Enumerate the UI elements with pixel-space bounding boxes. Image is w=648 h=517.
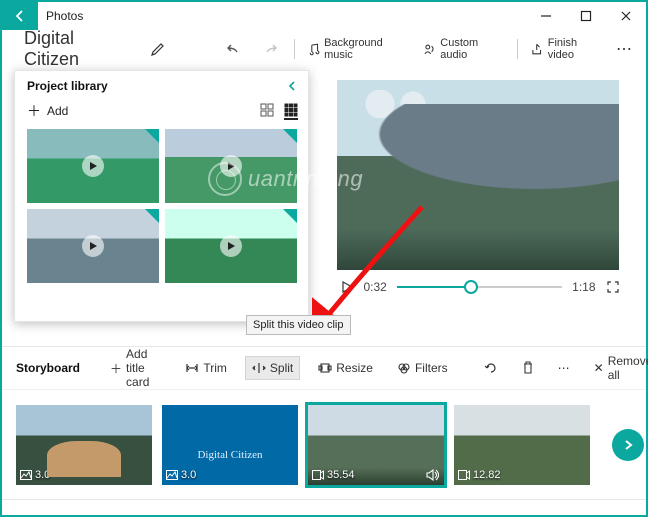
trim-icon xyxy=(185,362,199,374)
play-overlay-icon xyxy=(220,235,242,257)
title-card-caption: Digital Citizen xyxy=(162,449,298,461)
used-marker-icon xyxy=(145,129,159,143)
chevron-right-icon xyxy=(621,438,635,452)
add-media-button[interactable]: ＋Add xyxy=(27,101,68,121)
play-overlay-icon xyxy=(220,155,242,177)
clip-duration: 3.0 xyxy=(35,469,50,481)
clip-audio-icon xyxy=(426,469,440,481)
storyboard-clip[interactable]: 35.54 xyxy=(308,405,444,485)
trim-button[interactable]: Trim xyxy=(179,357,233,379)
seek-knob[interactable] xyxy=(464,280,478,294)
library-item[interactable] xyxy=(165,209,297,283)
filters-icon xyxy=(397,362,411,374)
add-title-card-button[interactable]: ＋Add title card xyxy=(104,343,155,393)
storyboard-clip[interactable]: Digital Citizen 3.0 xyxy=(162,405,298,485)
resize-icon xyxy=(318,362,332,374)
clip-duration: 12.82 xyxy=(473,469,501,481)
app-title: Photos xyxy=(38,9,526,23)
split-icon xyxy=(252,362,266,374)
title-bar: Photos xyxy=(2,2,646,30)
grid-small-icon xyxy=(284,103,298,117)
used-marker-icon xyxy=(283,209,297,223)
storyboard-clip[interactable]: 12.82 xyxy=(454,405,590,485)
video-icon xyxy=(312,470,324,480)
annotation-arrow xyxy=(312,202,432,332)
storyboard-strip: 3.0 Digital Citizen 3.0 35.54 12.82 xyxy=(2,390,646,500)
used-marker-icon xyxy=(283,129,297,143)
remove-all-button[interactable]: ✕Remove all xyxy=(588,350,648,386)
fullscreen-button[interactable] xyxy=(606,280,620,294)
toolbar: Digital Citizen Background music Custom … xyxy=(2,30,646,68)
undo-button[interactable] xyxy=(226,41,242,57)
storyboard-clip[interactable]: 3.0 xyxy=(16,405,152,485)
trash-icon xyxy=(522,361,534,375)
split-button[interactable]: Split xyxy=(245,356,300,380)
scroll-right-button[interactable] xyxy=(612,429,644,461)
collapse-library-button[interactable] xyxy=(286,80,298,92)
grid-small-button[interactable] xyxy=(284,103,298,120)
close-button[interactable] xyxy=(606,2,646,30)
storyboard-toolbar: Storyboard ＋Add title card Trim Split Re… xyxy=(2,346,646,390)
clip-duration: 35.54 xyxy=(327,469,355,481)
remove-icon: ✕ xyxy=(594,361,604,375)
library-item[interactable] xyxy=(27,209,159,283)
rename-button[interactable] xyxy=(150,41,166,57)
play-overlay-icon xyxy=(82,235,104,257)
maximize-button[interactable] xyxy=(566,2,606,30)
export-icon xyxy=(530,42,543,56)
delete-button[interactable] xyxy=(516,357,540,379)
divider xyxy=(294,39,295,59)
storyboard-title: Storyboard xyxy=(16,361,80,375)
music-icon xyxy=(307,42,320,56)
redo-button[interactable] xyxy=(262,41,278,57)
image-icon xyxy=(20,470,32,480)
undo-icon xyxy=(226,41,242,57)
split-tooltip: Split this video clip xyxy=(246,315,351,335)
clip-duration: 3.0 xyxy=(181,469,196,481)
speaker-icon xyxy=(426,469,440,481)
video-icon xyxy=(458,470,470,480)
fullscreen-icon xyxy=(606,280,620,294)
project-name: Digital Citizen xyxy=(24,28,130,70)
audio-person-icon xyxy=(423,42,436,56)
back-button[interactable] xyxy=(2,2,38,30)
image-icon xyxy=(166,470,178,480)
chevron-left-icon xyxy=(286,80,298,92)
plus-icon: ＋ xyxy=(110,360,122,377)
play-overlay-icon xyxy=(82,155,104,177)
storyboard-more-button[interactable]: ⋯ xyxy=(552,357,576,379)
grid-large-button[interactable] xyxy=(260,103,274,120)
finish-video-button[interactable]: Finish video xyxy=(530,37,604,61)
pencil-icon xyxy=(150,41,166,57)
resize-button[interactable]: Resize xyxy=(312,357,379,379)
project-library-title: Project library xyxy=(27,79,108,93)
custom-audio-button[interactable]: Custom audio xyxy=(423,37,505,61)
project-library-panel: Project library ＋Add xyxy=(14,70,309,322)
minimize-button[interactable] xyxy=(526,2,566,30)
used-marker-icon xyxy=(145,209,159,223)
redo-icon xyxy=(262,41,278,57)
maximize-icon xyxy=(580,10,592,22)
more-button[interactable]: ⋯ xyxy=(616,39,632,59)
background-music-button[interactable]: Background music xyxy=(307,37,411,61)
more-icon: ⋯ xyxy=(558,361,570,375)
rotate-button[interactable] xyxy=(478,357,504,379)
close-icon xyxy=(620,10,632,22)
divider xyxy=(517,39,518,59)
minimize-icon xyxy=(540,10,552,22)
filters-button[interactable]: Filters xyxy=(391,357,454,379)
rotate-icon xyxy=(484,361,498,375)
plus-icon: ＋ xyxy=(27,101,41,121)
library-item[interactable] xyxy=(165,129,297,203)
total-time: 1:18 xyxy=(572,280,595,294)
grid-large-icon xyxy=(260,103,274,117)
arrow-left-icon xyxy=(13,9,27,23)
library-item[interactable] xyxy=(27,129,159,203)
